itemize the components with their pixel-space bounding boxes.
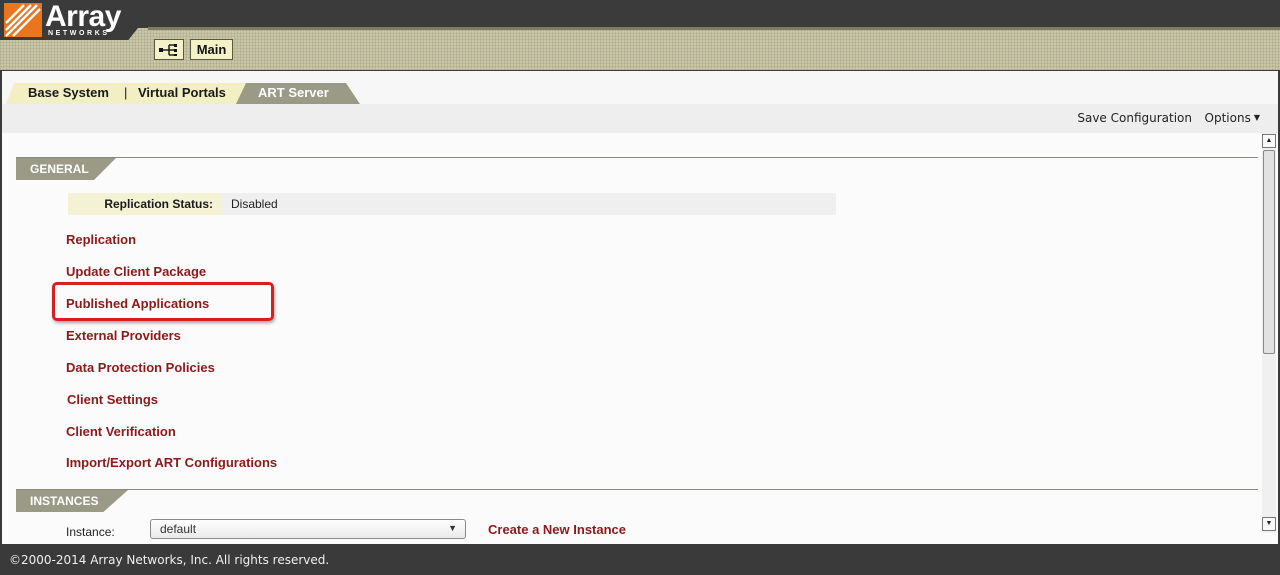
replication-status-row: Replication Status: Disabled <box>68 193 836 215</box>
scroll-up-icon[interactable]: ▲ <box>1262 134 1276 148</box>
array-logo-icon <box>4 3 42 37</box>
scroll-down-icon[interactable]: ▼ <box>1262 517 1276 531</box>
tab-virtual-portals[interactable]: Virtual Portals <box>138 85 226 100</box>
section-rule-instances <box>16 489 1258 490</box>
link-external-providers[interactable]: External Providers <box>66 328 181 343</box>
link-data-protection-policies[interactable]: Data Protection Policies <box>66 360 215 375</box>
link-replication[interactable]: Replication <box>66 232 136 247</box>
replication-status-label: Replication Status: <box>68 193 221 215</box>
header-dark-band <box>0 0 1280 28</box>
header-divider <box>148 27 1280 30</box>
toolbar: Save Configuration Options ▼ <box>2 104 1278 133</box>
highlight-box <box>52 282 274 321</box>
main-button[interactable]: Main <box>190 39 233 60</box>
tab-bar: Base System | Virtual Portals ART Server <box>2 71 1278 104</box>
create-new-instance-link[interactable]: Create a New Instance <box>488 522 626 537</box>
link-client-verification[interactable]: Client Verification <box>66 424 176 439</box>
options-label: Options <box>1204 111 1251 125</box>
tab-separator: | <box>124 85 128 100</box>
tab-base-system[interactable]: Base System <box>28 85 109 100</box>
chevron-down-icon: ▼ <box>1253 113 1260 122</box>
network-topology-button[interactable] <box>154 39 184 60</box>
copyright-text: ©2000-2014 Array Networks, Inc. All righ… <box>9 553 330 567</box>
tab-art-server[interactable]: ART Server <box>258 85 329 100</box>
instance-select[interactable]: default ▼ <box>150 519 466 539</box>
options-menu[interactable]: Options ▼ <box>1205 111 1260 125</box>
link-import-export-art-configurations[interactable]: Import/Export ART Configurations <box>66 455 277 470</box>
link-update-client-package[interactable]: Update Client Package <box>66 264 206 279</box>
vertical-scrollbar[interactable]: ▲ ▼ <box>1262 133 1276 533</box>
replication-status-value: Disabled <box>231 197 278 211</box>
chevron-down-icon: ▼ <box>448 523 457 533</box>
section-rule-general <box>16 157 1258 158</box>
logo: Array NETWORKS <box>0 0 138 40</box>
footer: ©2000-2014 Array Networks, Inc. All righ… <box>0 544 1280 575</box>
scrollbar-thumb[interactable] <box>1263 150 1275 354</box>
section-title-instances: INSTANCES <box>16 490 128 512</box>
main-panel: GENERAL Replication Status: Disabled Rep… <box>2 133 1278 544</box>
content-area: Base System | Virtual Portals ART Server… <box>2 71 1278 544</box>
network-topology-icon <box>159 43 177 56</box>
top-header: Array NETWORKS Main <box>0 0 1280 70</box>
brand-subtitle: NETWORKS <box>48 30 110 37</box>
section-title-general: GENERAL <box>16 158 116 180</box>
instance-select-value: default <box>160 522 197 536</box>
instance-label: Instance: <box>66 525 115 539</box>
save-configuration-link[interactable]: Save Configuration <box>1077 111 1192 125</box>
link-client-settings[interactable]: Client Settings <box>67 392 158 407</box>
brand-name: Array <box>45 0 121 33</box>
